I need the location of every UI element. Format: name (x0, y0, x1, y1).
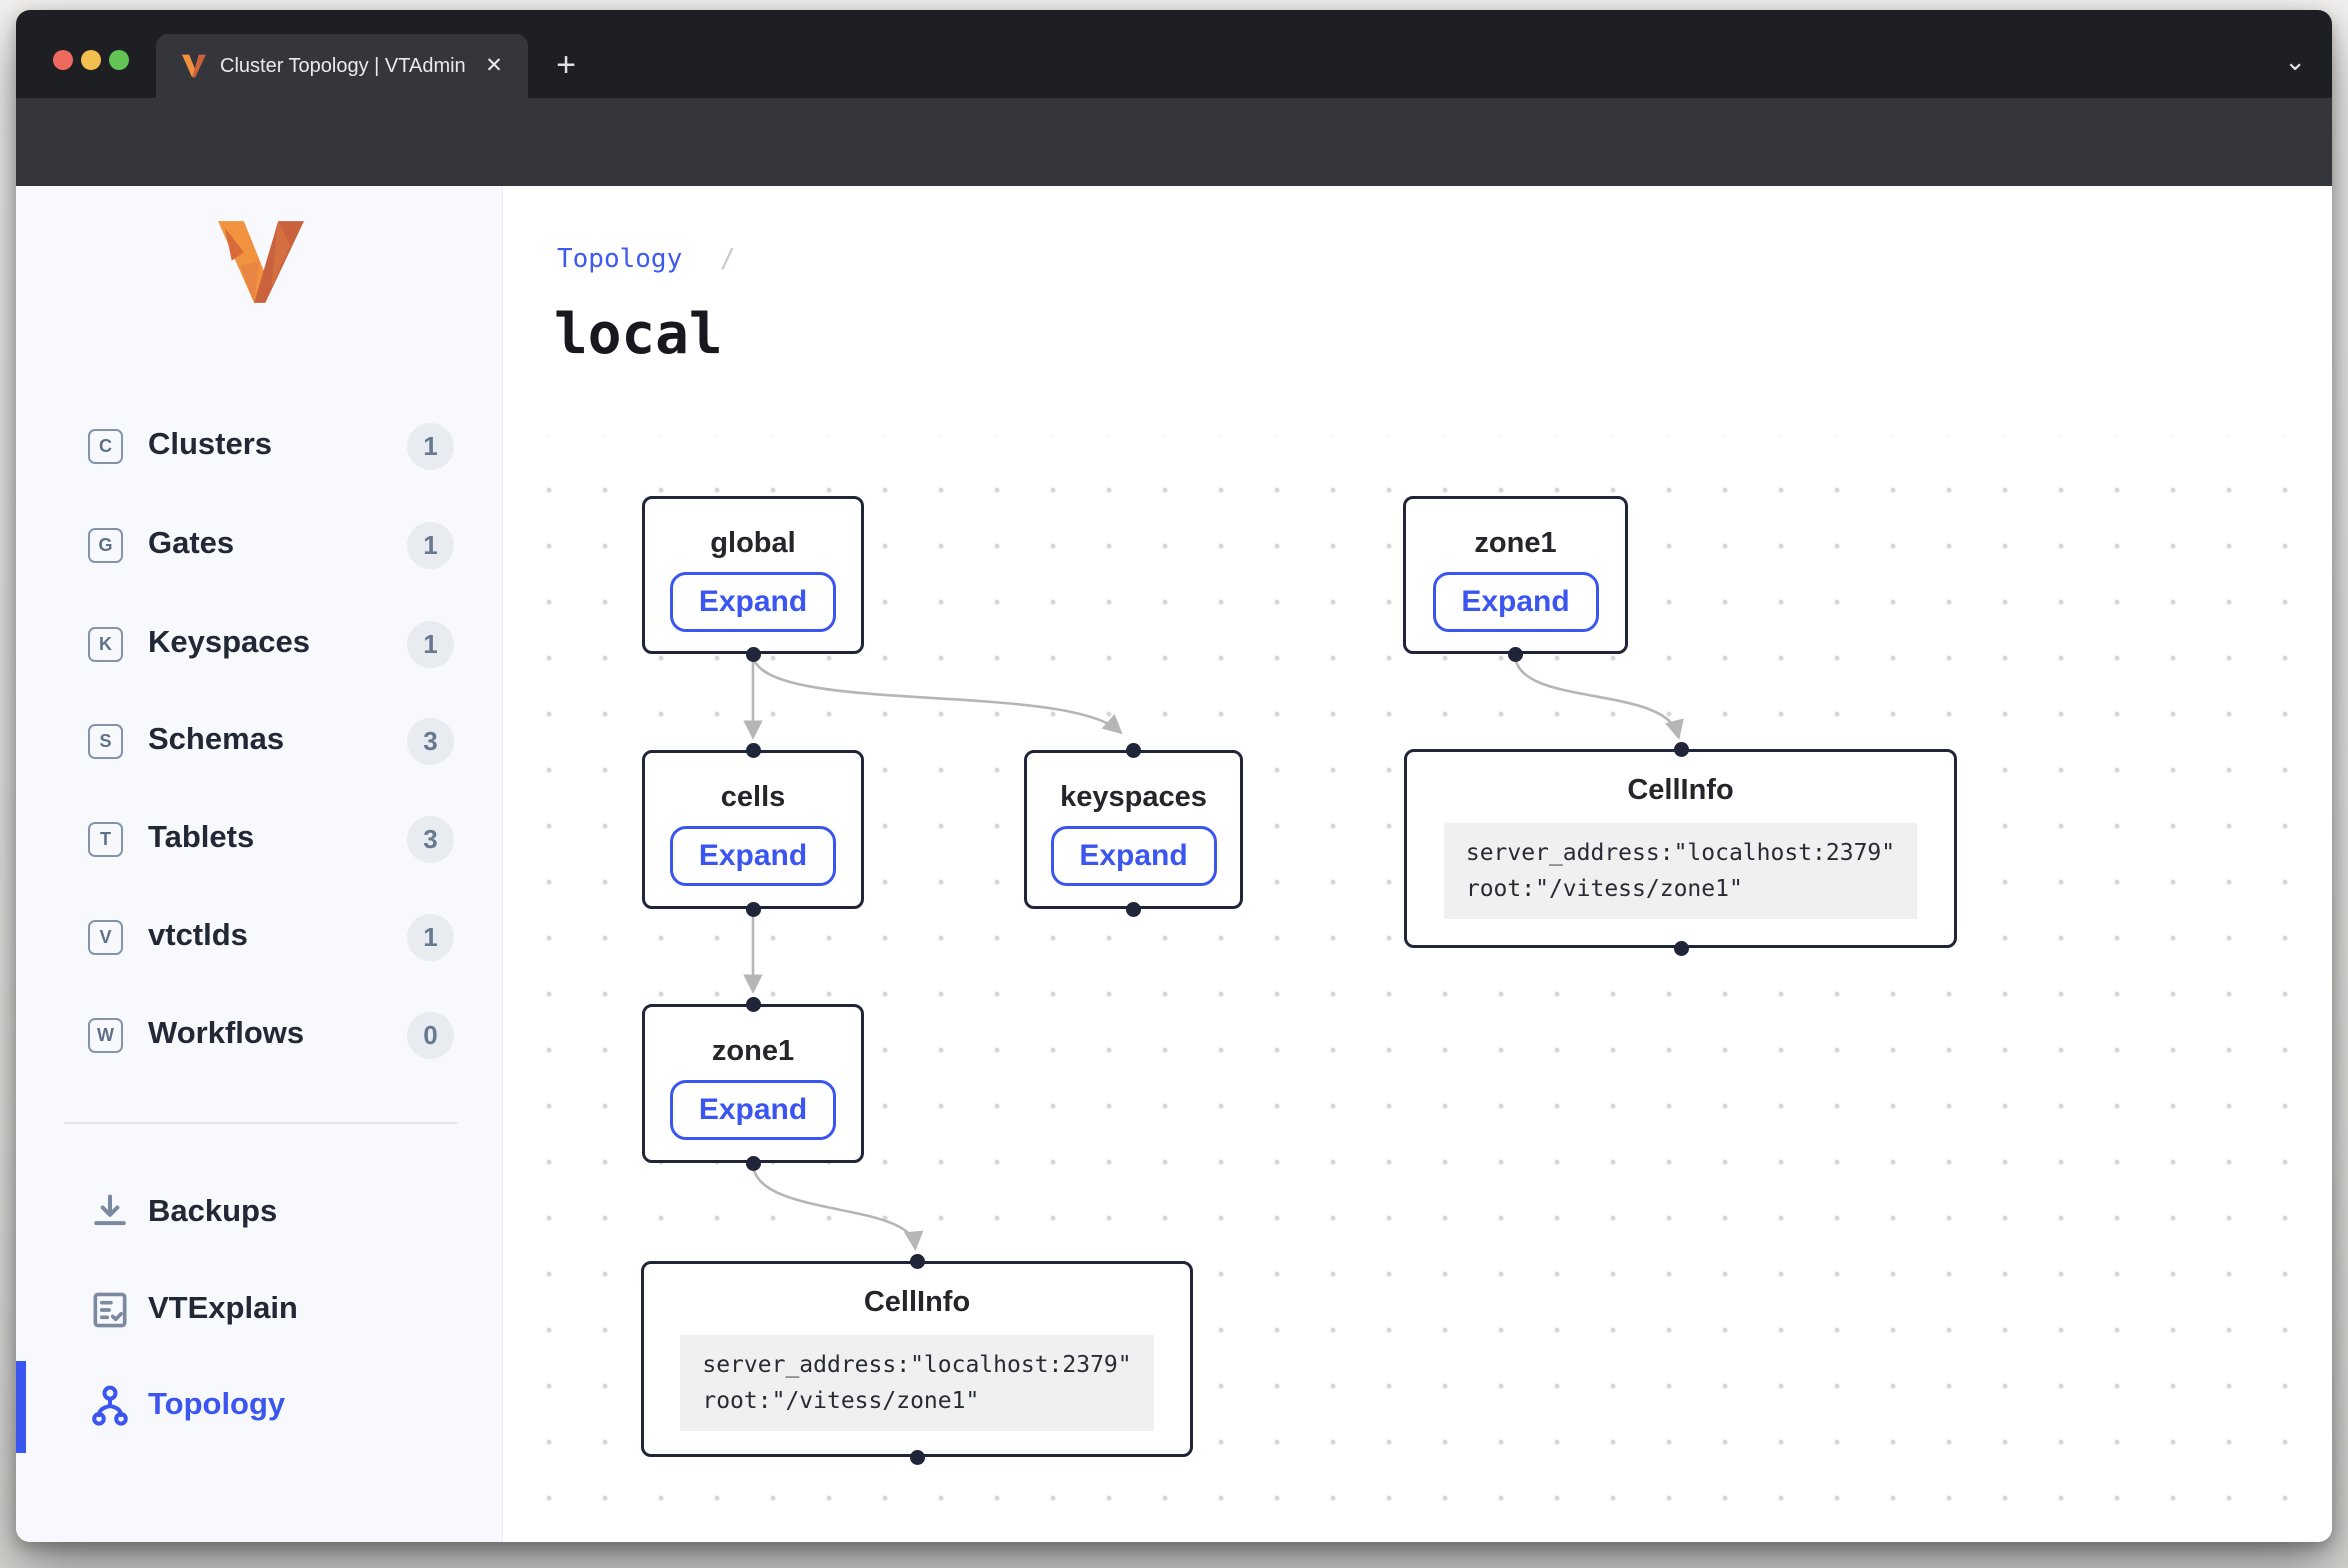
vitess-logo (218, 221, 304, 303)
expand-button[interactable]: Expand (1433, 572, 1599, 632)
sidebar-item-label: Tablets (148, 819, 254, 855)
expand-button[interactable]: Expand (670, 826, 836, 886)
handle-keyspaces-bottom[interactable] (1126, 902, 1141, 917)
handle-cells-bottom[interactable] (746, 902, 761, 917)
node-title: zone1 (1474, 527, 1556, 560)
handle-zone1-top-bottom[interactable] (1508, 647, 1523, 662)
node-title: global (710, 527, 795, 560)
sidebar-item-label: VTExplain (148, 1290, 298, 1326)
browser-window: Cluster Topology | VTAdmin ✕ + ⌄ localho (16, 10, 2332, 1542)
topology-icon (88, 1384, 132, 1428)
sidebar-item-label: Backups (148, 1193, 277, 1229)
count-badge: 1 (407, 621, 454, 668)
keyspaces-letter-icon: K (88, 627, 123, 662)
code-line: root:"/vitess/zone1" (1466, 871, 1895, 907)
expand-button[interactable]: Expand (670, 572, 836, 632)
node-cellinfo-bottom: CellInfo server_address:"localhost:2379"… (641, 1261, 1193, 1457)
count-badge: 0 (407, 1012, 454, 1059)
sidebar-item-keyspaces[interactable]: K Keyspaces 1 (16, 610, 503, 678)
document-check-icon (88, 1288, 132, 1332)
tab-strip: Cluster Topology | VTAdmin ✕ + ⌄ (16, 10, 2332, 98)
sidebar-item-label: Keyspaces (148, 624, 310, 660)
desktop: Cluster Topology | VTAdmin ✕ + ⌄ localho (0, 0, 2348, 1568)
sidebar: C Clusters 1 G Gates 1 K Keyspaces 1 S S… (16, 186, 503, 1542)
sidebar-item-workflows[interactable]: W Workflows 0 (16, 1001, 503, 1069)
gates-letter-icon: G (88, 528, 123, 563)
expand-button[interactable]: Expand (670, 1080, 836, 1140)
node-zone1-lower: zone1 Expand (642, 1004, 864, 1163)
sidebar-item-label: Schemas (148, 721, 284, 757)
active-nav-indicator (16, 1361, 26, 1453)
sidebar-divider (64, 1122, 457, 1124)
node-zone1-top: zone1 Expand (1403, 496, 1628, 654)
sidebar-item-label: vtctlds (148, 917, 248, 953)
node-keyspaces: keyspaces Expand (1024, 750, 1243, 909)
node-title: cells (721, 781, 786, 814)
schemas-letter-icon: S (88, 724, 123, 759)
sidebar-item-label: Gates (148, 525, 234, 561)
handle-cellinfo-bottom-top[interactable] (910, 1254, 925, 1269)
handle-cellinfo-right-bottom[interactable] (1674, 941, 1689, 956)
handle-cellinfo-right-top[interactable] (1674, 742, 1689, 757)
sidebar-item-topology[interactable]: Topology (16, 1370, 503, 1442)
sidebar-item-label: Clusters (148, 426, 272, 462)
count-badge: 3 (407, 718, 454, 765)
sidebar-item-label: Workflows (148, 1015, 304, 1051)
zoom-window-button[interactable] (109, 50, 129, 70)
minimize-window-button[interactable] (81, 50, 101, 70)
close-tab-icon[interactable]: ✕ (480, 52, 508, 80)
handle-cellinfo-bottom-bottom[interactable] (910, 1450, 925, 1465)
expand-button[interactable]: Expand (1051, 826, 1217, 886)
browser-toolbar: localhost:14201/topology/local Incognito… (16, 98, 2332, 186)
node-title: keyspaces (1060, 781, 1207, 814)
topology-page: Topology / local (503, 186, 2332, 1542)
sidebar-item-label: Topology (148, 1386, 285, 1422)
browser-tab[interactable]: Cluster Topology | VTAdmin ✕ (156, 34, 528, 98)
sidebar-item-schemas[interactable]: S Schemas 3 (16, 707, 503, 775)
sidebar-item-tablets[interactable]: T Tablets 3 (16, 805, 503, 873)
sidebar-item-backups[interactable]: Backups (16, 1177, 503, 1249)
sidebar-item-gates[interactable]: G Gates 1 (16, 511, 503, 579)
vitess-favicon (182, 54, 206, 78)
handle-keyspaces-top[interactable] (1126, 743, 1141, 758)
handle-global-bottom[interactable] (746, 647, 761, 662)
sidebar-item-vtexplain[interactable]: VTExplain (16, 1274, 503, 1346)
clusters-letter-icon: C (88, 429, 123, 464)
handle-cells-top[interactable] (746, 743, 761, 758)
code-line: root:"/vitess/zone1" (702, 1383, 1131, 1419)
vtctlds-letter-icon: V (88, 920, 123, 955)
count-badge: 1 (407, 423, 454, 470)
cellinfo-code: server_address:"localhost:2379" root:"/v… (680, 1335, 1153, 1431)
handle-zone1-lower-bottom[interactable] (746, 1156, 761, 1171)
node-title: zone1 (712, 1035, 794, 1068)
download-icon (88, 1191, 132, 1235)
node-cells: cells Expand (642, 750, 864, 909)
tablets-letter-icon: T (88, 822, 123, 857)
count-badge: 3 (407, 816, 454, 863)
handle-zone1-lower-top[interactable] (746, 997, 761, 1012)
vtadmin-app: C Clusters 1 G Gates 1 K Keyspaces 1 S S… (16, 186, 2332, 1542)
sidebar-item-clusters[interactable]: C Clusters 1 (16, 412, 503, 480)
new-tab-button[interactable]: + (544, 44, 588, 88)
close-window-button[interactable] (53, 50, 73, 70)
node-title: CellInfo (1627, 774, 1733, 807)
count-badge: 1 (407, 914, 454, 961)
code-line: server_address:"localhost:2379" (1466, 835, 1895, 871)
node-cellinfo-right: CellInfo server_address:"localhost:2379"… (1404, 749, 1957, 948)
tab-title: Cluster Topology | VTAdmin (220, 55, 466, 78)
count-badge: 1 (407, 522, 454, 569)
cellinfo-code: server_address:"localhost:2379" root:"/v… (1444, 823, 1917, 919)
node-global: global Expand (642, 496, 864, 654)
workflows-letter-icon: W (88, 1018, 123, 1053)
node-title: CellInfo (864, 1286, 970, 1319)
code-line: server_address:"localhost:2379" (702, 1347, 1131, 1383)
tab-search-chevron-icon[interactable]: ⌄ (2284, 46, 2306, 77)
sidebar-item-vtctlds[interactable]: V vtctlds 1 (16, 903, 503, 971)
